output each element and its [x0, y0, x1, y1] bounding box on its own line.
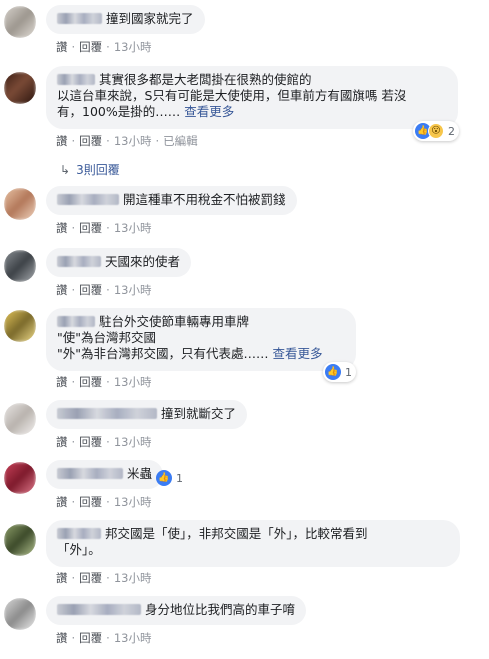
comment-text: 撞到國家就完了	[106, 11, 194, 26]
like-link[interactable]: 讚	[56, 571, 68, 585]
comment-text-line: 駐台外交使節車輛專用車牌	[99, 314, 250, 329]
reaction-summary[interactable]: 👍 1	[323, 362, 356, 382]
view-replies-link[interactable]: ↳ 3則回覆	[60, 161, 120, 178]
avatar[interactable]	[4, 310, 36, 342]
comment-bubble: 開這種車不用稅金不怕被罰錢	[46, 186, 297, 215]
comment-text-line: 邦交國是「使」，非邦交國是「外」，比較常看到	[105, 526, 368, 541]
comment-text: 米蟲	[127, 466, 153, 481]
comment-bubble: 撞到國家就完了	[46, 5, 205, 34]
commenter-name[interactable]	[57, 194, 119, 205]
comment-text-line: "外"為非台灣邦交國，只有代表處……	[57, 346, 269, 361]
reaction-summary[interactable]: 👍 😮 2	[413, 121, 459, 141]
timestamp[interactable]: 13小時	[114, 375, 152, 389]
reaction-count: 2	[448, 124, 455, 138]
avatar[interactable]	[4, 188, 36, 220]
reply-link[interactable]: 回覆	[79, 221, 102, 235]
timestamp[interactable]: 13小時	[114, 571, 152, 585]
commenter-name[interactable]	[57, 528, 101, 539]
like-link[interactable]: 讚	[56, 134, 68, 148]
commenter-name[interactable]	[57, 316, 95, 327]
comment-bubble: 身分地位比我們高的車子唷	[46, 596, 307, 625]
comment-bubble: 其實很多都是大老闆掛在很熟的使館的 以這台車來說，S只有可能是大使使用，但車前方…	[46, 66, 458, 129]
reply-link[interactable]: 回覆	[79, 495, 102, 509]
timestamp[interactable]: 13小時	[114, 631, 152, 645]
comment-text: 天國來的使者	[105, 254, 181, 269]
avatar[interactable]	[4, 598, 36, 630]
comment-text-line: 以這台車來說，S只有可能是大使使用，但車前方有國旗嗎 若沒	[57, 88, 407, 103]
comment-text: 身分地位比我們高的車子唷	[145, 602, 296, 617]
edited-label[interactable]: 已編輯	[163, 134, 198, 148]
see-more-link[interactable]: 查看更多	[184, 104, 234, 119]
comment-text: 撞到就斷交了	[161, 406, 237, 421]
like-link[interactable]: 讚	[56, 375, 68, 389]
like-link[interactable]: 讚	[56, 631, 68, 645]
commenter-name[interactable]	[57, 604, 141, 615]
timestamp[interactable]: 13小時	[114, 221, 152, 235]
comment-bubble: 駐台外交使節車輛專用車牌 "使"為台灣邦交國 "外"為非台灣邦交國，只有代表處……	[46, 308, 356, 371]
comment-text: 開這種車不用稅金不怕被罰錢	[123, 192, 286, 207]
commenter-name[interactable]	[57, 74, 95, 85]
avatar[interactable]	[4, 524, 36, 556]
like-link[interactable]: 讚	[56, 283, 68, 297]
reply-arrow-icon: ↳	[60, 163, 71, 177]
avatar[interactable]	[4, 403, 36, 435]
comment-text-line: 有，100%是掛的……	[57, 104, 181, 119]
comment-text-line: "使"為台灣邦交國	[57, 330, 156, 345]
timestamp[interactable]: 13小時	[114, 134, 152, 148]
commenter-name[interactable]	[57, 468, 123, 479]
reply-link[interactable]: 回覆	[79, 571, 102, 585]
avatar[interactable]	[4, 72, 36, 104]
reply-link[interactable]: 回覆	[79, 134, 102, 148]
reaction-count: 1	[345, 365, 352, 379]
like-link[interactable]: 讚	[56, 221, 68, 235]
see-more-link[interactable]: 查看更多	[272, 346, 322, 361]
reply-link[interactable]: 回覆	[79, 375, 102, 389]
comment-text-line: 「外」。	[57, 542, 101, 557]
comment-bubble: 邦交國是「使」，非邦交國是「外」，比較常看到 「外」。	[46, 520, 460, 567]
timestamp[interactable]: 13小時	[114, 283, 152, 297]
reply-link[interactable]: 回覆	[79, 435, 102, 449]
reply-link[interactable]: 回覆	[79, 283, 102, 297]
comment-bubble: 米蟲	[46, 460, 164, 489]
timestamp[interactable]: 13小時	[114, 40, 152, 54]
timestamp[interactable]: 13小時	[114, 435, 152, 449]
commenter-name[interactable]	[57, 408, 157, 419]
commenter-name[interactable]	[57, 256, 101, 267]
avatar[interactable]	[4, 250, 36, 282]
reply-link[interactable]: 回覆	[79, 631, 102, 645]
avatar[interactable]	[4, 462, 36, 494]
like-icon: 👍	[156, 470, 172, 486]
reply-link[interactable]: 回覆	[79, 40, 102, 54]
wow-icon: 😮	[428, 123, 444, 139]
timestamp[interactable]: 13小時	[114, 495, 152, 509]
reaction-summary[interactable]: 👍 1	[154, 468, 187, 488]
comment-text-line: 其實很多都是大老闆掛在很熟的使館的	[99, 72, 312, 87]
like-link[interactable]: 讚	[56, 40, 68, 54]
comment-bubble: 撞到就斷交了	[46, 400, 248, 429]
like-icon: 👍	[325, 364, 341, 380]
avatar[interactable]	[4, 6, 36, 38]
commenter-name[interactable]	[57, 13, 102, 24]
like-link[interactable]: 讚	[56, 435, 68, 449]
like-link[interactable]: 讚	[56, 495, 68, 509]
comment-bubble: 天國來的使者	[46, 248, 192, 277]
reaction-count: 1	[176, 471, 183, 485]
